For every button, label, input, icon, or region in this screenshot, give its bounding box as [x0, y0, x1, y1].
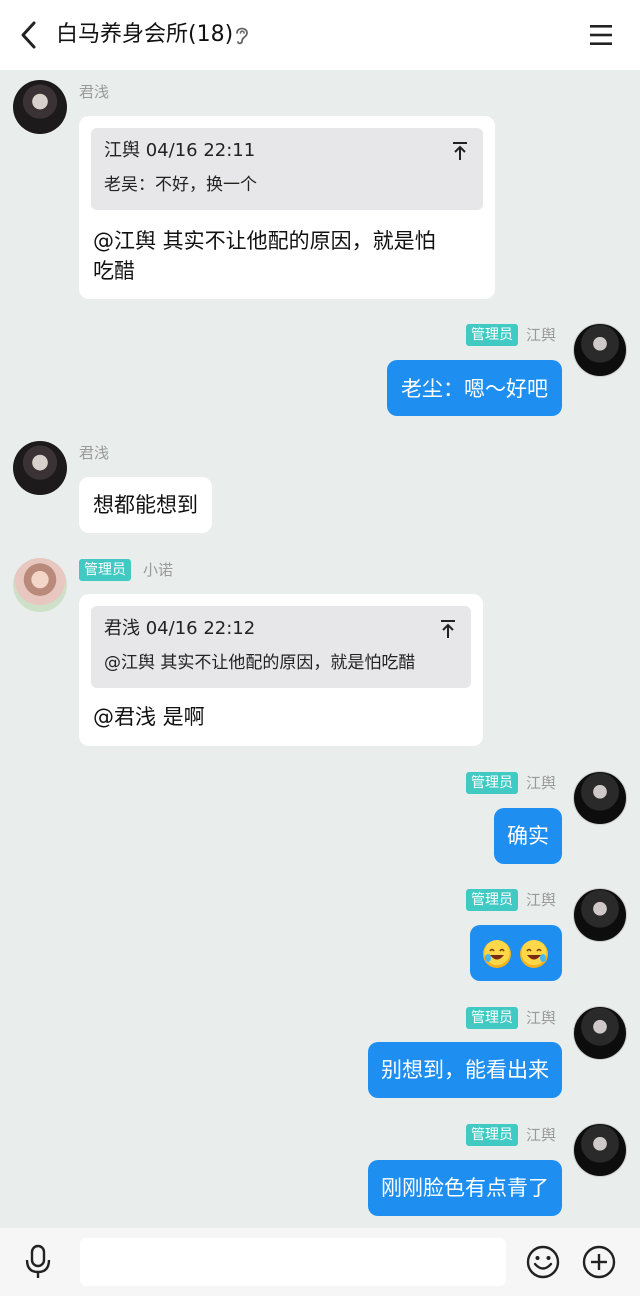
- ear-icon: [236, 27, 248, 45]
- admin-badge: 管理员: [466, 324, 518, 346]
- sender-name: 江舆: [525, 1126, 556, 1144]
- admin-badge: 管理员: [466, 1007, 518, 1029]
- message-bubble[interactable]: 君浅 04/16 22:12 @江舆 其实不让他配的原因，就是怕吃醋 @君浅 是…: [79, 594, 483, 746]
- plus-icon[interactable]: [582, 1245, 616, 1279]
- admin-badge: 管理员: [79, 559, 131, 581]
- page-title: 白马养身会所(18): [56, 22, 234, 47]
- avatar[interactable]: [573, 888, 627, 942]
- sender-name: 江舆: [525, 891, 556, 909]
- sender-name: 江舆: [525, 774, 556, 792]
- message-text: 刚刚脸色有点青了: [381, 1176, 549, 1200]
- emoji-icon[interactable]: [526, 1245, 560, 1279]
- message-bubble[interactable]: 老尘：嗯～好吧: [387, 360, 562, 416]
- admin-badge: 管理员: [466, 772, 518, 794]
- message-text: 老尘：嗯～好吧: [401, 377, 548, 401]
- avatar[interactable]: [573, 323, 627, 377]
- avatar[interactable]: [573, 1123, 627, 1177]
- admin-badge: 管理员: [466, 1124, 518, 1146]
- message-bubble[interactable]: 确实: [494, 808, 562, 864]
- jump-to-quote-icon[interactable]: [451, 140, 469, 162]
- message-bubble[interactable]: 刚刚脸色有点青了: [368, 1160, 562, 1216]
- message-text: 想都能想到: [93, 493, 198, 517]
- chevron-left-icon: [21, 21, 36, 49]
- composer-bar: [0, 1228, 640, 1296]
- message-bubble[interactable]: 别想到，能看出来: [368, 1042, 562, 1098]
- sender-name: 小诺: [143, 561, 174, 579]
- message-text: 吃醋: [93, 259, 135, 283]
- quoted-message[interactable]: 江舆 04/16 22:11 老吴：不好，换一个: [91, 128, 483, 210]
- message-bubble[interactable]: 想都能想到: [79, 477, 212, 533]
- message-text: @君浅 是啊: [93, 705, 205, 729]
- sender-name: 君浅: [79, 83, 110, 101]
- jump-to-quote-icon[interactable]: [439, 618, 457, 640]
- quote-text: @江舆 其实不让他配的原因，就是怕吃醋: [104, 653, 416, 673]
- message-text: 别想到，能看出来: [381, 1058, 549, 1082]
- sender-name: 君浅: [79, 444, 110, 462]
- message-list[interactable]: 君浅 江舆 04/16 22:11 老吴：不好，换一个 @江舆 其实不让他配的原…: [0, 70, 640, 1228]
- chat-header: 白马养身会所(18): [0, 0, 640, 70]
- menu-icon[interactable]: [588, 22, 614, 48]
- quote-header: 江舆 04/16 22:11: [104, 140, 256, 161]
- microphone-icon[interactable]: [22, 1244, 54, 1280]
- message-bubble[interactable]: 江舆 04/16 22:11 老吴：不好，换一个 @江舆 其实不让他配的原因，就…: [79, 116, 495, 299]
- avatar[interactable]: [573, 1006, 627, 1060]
- message-bubble[interactable]: [470, 925, 562, 981]
- sender-name: 江舆: [525, 326, 556, 344]
- quoted-message[interactable]: 君浅 04/16 22:12 @江舆 其实不让他配的原因，就是怕吃醋: [91, 606, 471, 688]
- avatar[interactable]: [573, 771, 627, 825]
- laughing-emoji-icon: [483, 940, 511, 968]
- quote-text: 老吴：不好，换一个: [104, 175, 257, 195]
- back-button[interactable]: [14, 18, 44, 52]
- message-input[interactable]: [80, 1238, 506, 1286]
- laughing-emoji-icon: [519, 940, 548, 968]
- avatar[interactable]: [13, 558, 67, 612]
- admin-badge: 管理员: [466, 889, 518, 911]
- sender-name: 江舆: [525, 1009, 556, 1027]
- avatar[interactable]: [13, 80, 67, 134]
- quote-header: 君浅 04/16 22:12: [104, 618, 256, 639]
- avatar[interactable]: [13, 441, 67, 495]
- message-text: 确实: [507, 824, 549, 848]
- message-text: @江舆 其实不让他配的原因，就是怕: [93, 229, 436, 253]
